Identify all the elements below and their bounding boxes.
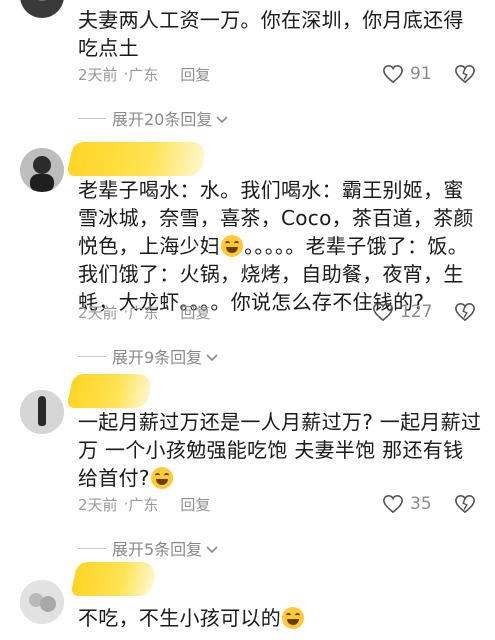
divider: [78, 547, 106, 549]
like-button[interactable]: 127: [372, 302, 432, 322]
heart-outline-icon: [382, 64, 404, 84]
comment-location: 广东: [128, 495, 159, 514]
redacted-username: [66, 374, 154, 408]
like-button[interactable]: 35: [382, 494, 432, 514]
like-count: 35: [410, 494, 432, 514]
chevron-down-icon: [206, 539, 218, 558]
chevron-down-icon: [206, 347, 218, 366]
comment-thread: 夫妻两人工资一万。你在深圳，你月底还得吃点土 2天前 · 广东 回复 91 展开…: [0, 0, 495, 640]
reply-button[interactable]: 回复: [180, 64, 210, 85]
grinning-sweat-emoji-icon: [282, 607, 304, 629]
divider: [78, 355, 106, 357]
comment-time: 2天前: [78, 303, 118, 322]
heart-outline-icon: [372, 302, 394, 322]
redacted-username: [66, 142, 208, 176]
comment-location: 广东: [128, 303, 159, 322]
comment-time: 2天前: [78, 495, 118, 514]
comment-text: 老辈子喝水：水。我们喝水：霸王别姬，蜜雪冰城，奈雪，喜茶，Coco，茶百道，茶颜…: [78, 176, 482, 316]
broken-heart-icon[interactable]: [454, 64, 476, 84]
chevron-down-icon: [216, 109, 228, 128]
like-button[interactable]: 91: [382, 64, 432, 84]
reply-button[interactable]: 回复: [180, 494, 210, 515]
comment-text: 不吃，不生小孩可以的: [78, 604, 482, 632]
divider: [78, 117, 106, 119]
expand-replies-button[interactable]: 展开20条回复: [78, 106, 228, 130]
comment-meta: 2天前 · 广东 回复 127: [78, 300, 482, 324]
avatar[interactable]: [20, 0, 64, 18]
tears-of-joy-emoji-icon: [150, 467, 173, 489]
like-count: 127: [400, 302, 433, 322]
comment-text-part: 不吃，不生小孩可以的: [78, 606, 281, 630]
expand-replies-label: 展开9条回复: [112, 348, 203, 367]
expand-replies-label: 展开5条回复: [112, 540, 203, 559]
comment-location: 广东: [128, 65, 159, 84]
avatar[interactable]: [20, 580, 64, 624]
avatar[interactable]: [20, 390, 64, 434]
comment-meta: 2天前 · 广东 回复 35: [78, 492, 482, 516]
heart-outline-icon: [382, 494, 404, 514]
comment-meta: 2天前 · 广东 回复 91: [78, 62, 482, 86]
avatar[interactable]: [20, 148, 64, 192]
comment-time: 2天前: [78, 65, 118, 84]
comment-text: 夫妻两人工资一万。你在深圳，你月底还得吃点土: [78, 8, 464, 60]
comment-text: 一起月薪过万还是一人月薪过万? 一起月薪过万 一个小孩勉强能吃饱 夫妻半饱 那还…: [78, 408, 482, 492]
expand-replies-label: 展开20条回复: [112, 110, 213, 129]
broken-heart-icon[interactable]: [454, 302, 476, 322]
grinning-sweat-emoji-icon: [221, 235, 244, 257]
expand-replies-button[interactable]: 展开9条回复: [78, 344, 218, 368]
redacted-username: [70, 562, 158, 596]
like-count: 91: [410, 64, 432, 84]
expand-replies-button[interactable]: 展开5条回复: [78, 536, 218, 560]
comment-text-part: 一起月薪过万还是一人月薪过万? 一起月薪过万 一个小孩勉强能吃饱 夫妻半饱 那还…: [78, 410, 482, 490]
broken-heart-icon[interactable]: [454, 494, 476, 514]
reply-button[interactable]: 回复: [180, 302, 210, 323]
